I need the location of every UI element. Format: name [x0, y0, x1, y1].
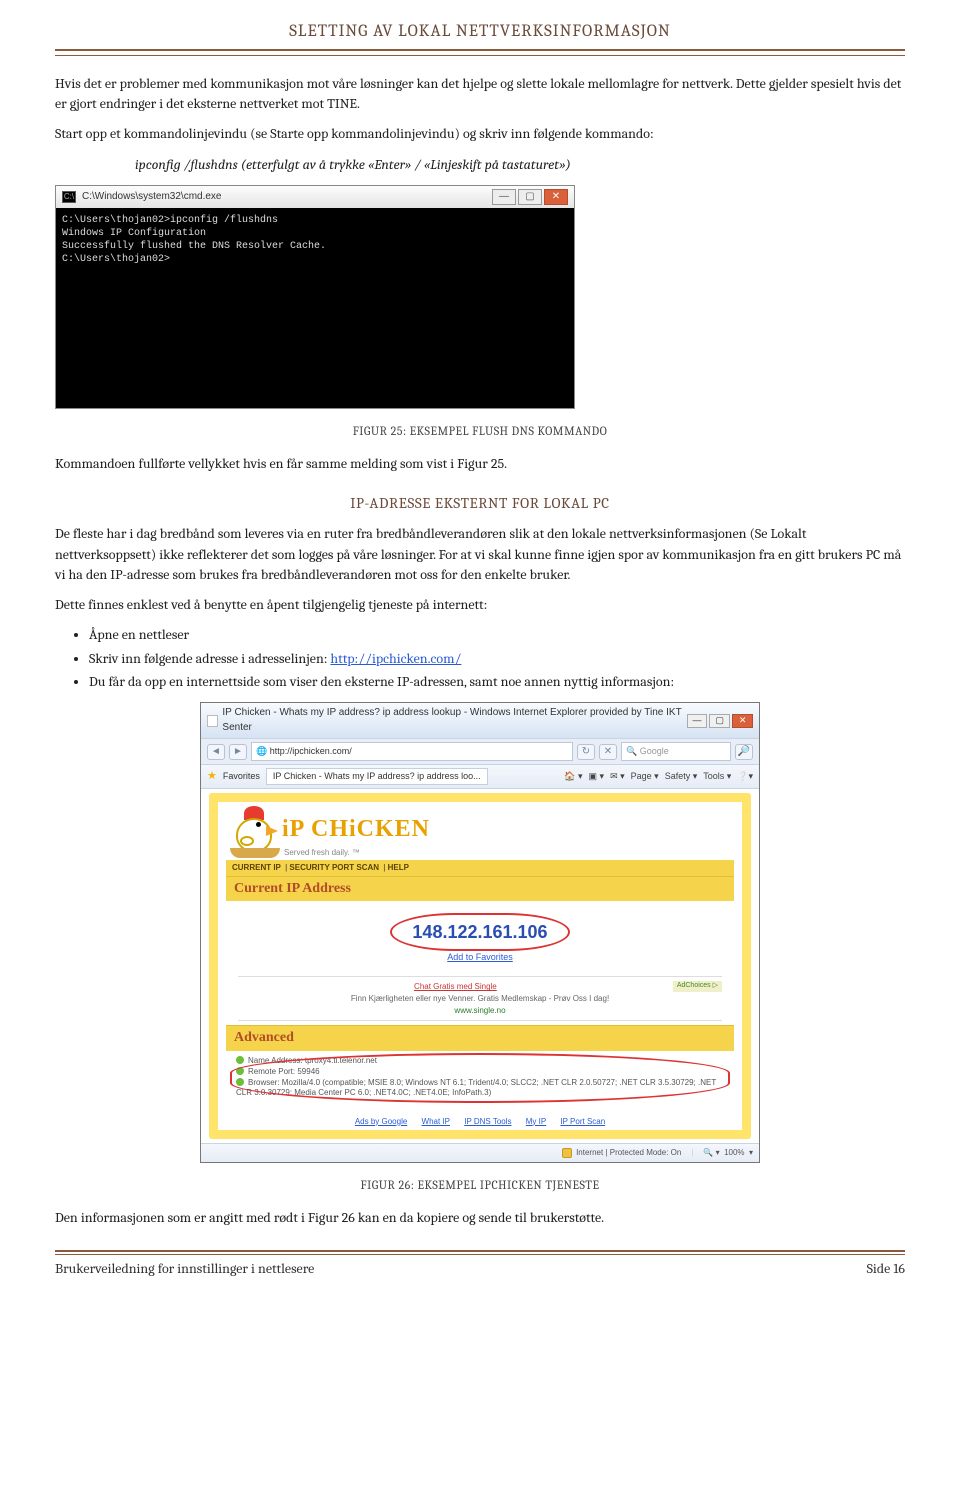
advanced-heading: Advanced	[226, 1025, 734, 1050]
advanced-block: Name Address: tproxy4.ti.telenor.net Rem…	[226, 1051, 734, 1107]
command-text: ipconfig /flushdns (etterfulgt av å tryk…	[135, 155, 905, 175]
cmd-body: C:\Users\thojan02>ipconfig /flushdns Win…	[56, 208, 574, 408]
current-ip-heading: Current IP Address	[226, 876, 734, 901]
cmd-titlebar: C:\ C:\Windows\system32\cmd.exe — ▢ ✕	[56, 186, 574, 208]
ad-block: AdChoices ▷ Chat Gratis med Single Finn …	[238, 976, 722, 1021]
address-input[interactable]: 🌐 http://ipchicken.com/	[251, 742, 573, 761]
ipchicken-logo: iP CHiCKEN Served fresh daily. ™	[282, 812, 734, 858]
paragraph: Start opp et kommandolinjevindu (se Star…	[55, 124, 905, 144]
page-section-title: SLETTING AV LOKAL NETTVERKSINFORMASJON	[55, 20, 905, 51]
rss-icon[interactable]: ▣ ▾	[589, 770, 605, 783]
paragraph: Kommandoen fullførte vellykket hvis en f…	[55, 454, 905, 474]
name-address: Name Address: tproxy4.ti.telenor.net	[248, 1056, 377, 1065]
cmd-icon: C:\	[62, 191, 76, 203]
list-item-text: Skriv inn følgende adresse i adresselinj…	[89, 650, 330, 667]
search-input[interactable]: 🔍 Google	[621, 742, 731, 761]
add-to-favorites-link[interactable]: Add to Favorites	[447, 952, 513, 962]
zoom-value: 100%	[724, 1148, 744, 1157]
bullet-list: Åpne en nettleser Skriv inn følgende adr…	[89, 625, 905, 692]
nav-port-scan[interactable]: SECURITY PORT SCAN	[289, 863, 379, 872]
ip-box: 148.122.161.106 Add to Favorites	[238, 907, 722, 970]
shield-icon	[562, 1148, 572, 1158]
footer-left: Brukerveiledning for innstillinger i net…	[55, 1259, 314, 1279]
favorites-label[interactable]: Favorites	[223, 770, 260, 783]
ipchicken-page: iP CHiCKEN Served fresh daily. ™ CURRENT…	[209, 793, 751, 1139]
home-icon[interactable]: 🏠 ▾	[564, 770, 582, 783]
header-rule	[55, 55, 905, 56]
address-url: http://ipchicken.com/	[270, 746, 352, 756]
nav-help[interactable]: HELP	[388, 863, 409, 872]
paragraph: Hvis det er problemer med kommunikasjon …	[55, 74, 905, 115]
figure-caption: FIGUR 26: EKSEMPEL IPCHICKEN TJENESTE	[55, 1177, 905, 1194]
browser-window: IP Chicken - Whats my IP address? ip add…	[200, 702, 760, 1162]
bullet-icon	[236, 1056, 244, 1064]
status-text: Internet | Protected Mode: On	[576, 1147, 681, 1159]
page-footer: Brukerveiledning for innstillinger i net…	[55, 1255, 905, 1279]
figure-caption: FIGUR 25: EKSEMPEL FLUSH DNS KOMMANDO	[55, 423, 905, 440]
cmd-window: C:\ C:\Windows\system32\cmd.exe — ▢ ✕ C:…	[55, 185, 575, 409]
list-item: Åpne en nettleser	[89, 625, 905, 645]
zoom-dropdown[interactable]: 🔍 ▾ 100% ▾	[703, 1147, 753, 1159]
bullet-icon	[236, 1078, 244, 1086]
browser-titlebar: IP Chicken - Whats my IP address? ip add…	[201, 703, 759, 738]
stop-button[interactable]: ✕	[599, 744, 617, 760]
what-ip-link[interactable]: What IP	[422, 1117, 450, 1126]
minimize-button[interactable]: —	[687, 714, 708, 728]
ip-highlight-ellipse: 148.122.161.106	[390, 913, 569, 951]
tagline: Served fresh daily. ™	[284, 847, 734, 859]
bullet-icon	[236, 1067, 244, 1075]
browser-string: Browser: Mozilla/4.0 (compatible; MSIE 8…	[236, 1078, 716, 1097]
page-menu[interactable]: Page ▾	[631, 770, 659, 783]
browser-toolbar: ★ Favorites IP Chicken - Whats my IP add…	[201, 765, 759, 789]
browser-viewport: iP CHiCKEN Served fresh daily. ™ CURRENT…	[201, 789, 759, 1143]
chicken-logo-icon	[226, 806, 282, 858]
search-placeholder: Google	[640, 746, 669, 756]
nav-current-ip[interactable]: CURRENT IP	[232, 863, 281, 872]
forward-button[interactable]: ►	[229, 744, 247, 760]
safety-menu[interactable]: Safety ▾	[665, 770, 698, 783]
remote-port: Remote Port: 59946	[248, 1067, 320, 1076]
cmd-title: C:\Windows\system32\cmd.exe	[82, 190, 222, 203]
paragraph: De fleste har i dag bredbånd som leveres…	[55, 524, 905, 585]
close-button[interactable]: ✕	[732, 714, 753, 728]
browser-title: IP Chicken - Whats my IP address? ip add…	[222, 706, 684, 735]
search-button[interactable]: 🔎	[735, 744, 753, 760]
refresh-button[interactable]: ↻	[577, 744, 595, 760]
logo-text: iP CHiCKEN	[282, 812, 734, 847]
ip-dns-tools-link[interactable]: IP DNS Tools	[464, 1117, 511, 1126]
tools-menu[interactable]: Tools ▾	[703, 770, 731, 783]
mail-icon[interactable]: ✉ ▾	[610, 770, 625, 783]
ip-address: 148.122.161.106	[412, 919, 547, 945]
maximize-button[interactable]: ▢	[709, 714, 730, 728]
ipchicken-nav: CURRENT IP | SECURITY PORT SCAN | HELP	[226, 860, 734, 876]
section-title: IP-ADRESSE EKSTERNT FOR LOKAL PC	[55, 493, 905, 515]
footer-rule	[55, 1250, 905, 1252]
help-icon[interactable]: ❔▾	[737, 770, 753, 783]
ipchicken-link[interactable]: http://ipchicken.com/	[330, 650, 461, 667]
list-item: Du får da opp en internettside som viser…	[89, 672, 905, 692]
back-button[interactable]: ◄	[207, 744, 225, 760]
maximize-button[interactable]: ▢	[518, 189, 542, 205]
address-bar-row: ◄ ► 🌐 http://ipchicken.com/ ↻ ✕ 🔍 Google…	[201, 738, 759, 765]
paragraph: Dette finnes enklest ved å benytte en åp…	[55, 595, 905, 615]
ad-url[interactable]: www.single.no	[454, 1006, 505, 1015]
my-ip-link[interactable]: My IP	[526, 1117, 546, 1126]
browser-tab[interactable]: IP Chicken - Whats my IP address? ip add…	[266, 768, 488, 785]
ipchicken-header: iP CHiCKEN Served fresh daily. ™	[218, 802, 742, 860]
ads-by-google-link[interactable]: Ads by Google	[355, 1117, 407, 1126]
browser-statusbar: Internet | Protected Mode: On | 🔍 ▾ 100%…	[201, 1143, 759, 1162]
ad-text: Finn Kjærligheten eller nye Venner. Grat…	[351, 994, 609, 1003]
list-item: Skriv inn følgende adresse i adresselinj…	[89, 649, 905, 669]
favorites-star-icon[interactable]: ★	[207, 769, 217, 785]
paragraph: Den informasjonen som er angitt med rødt…	[55, 1208, 905, 1228]
minimize-button[interactable]: —	[492, 189, 516, 205]
adchoices-chip[interactable]: AdChoices ▷	[673, 981, 722, 991]
ad-title[interactable]: Chat Gratis med Single	[414, 982, 497, 991]
ipchicken-footer-links: Ads by Google What IP IP DNS Tools My IP…	[218, 1113, 742, 1131]
favicon-icon	[207, 715, 218, 727]
ip-port-scan-link[interactable]: IP Port Scan	[560, 1117, 605, 1126]
footer-right: Side 16	[867, 1259, 905, 1279]
close-button[interactable]: ✕	[544, 189, 568, 205]
